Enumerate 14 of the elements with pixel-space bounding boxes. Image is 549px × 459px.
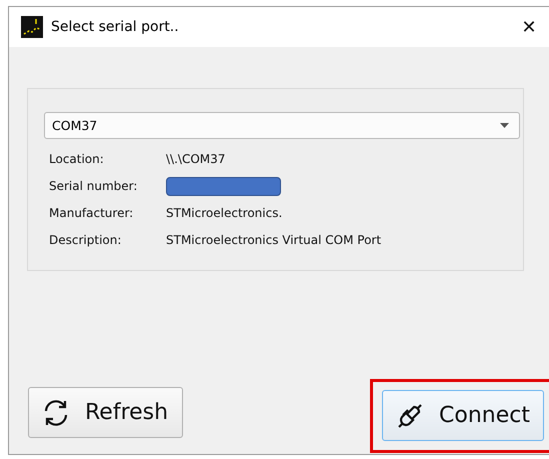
refresh-button[interactable]: Refresh <box>28 387 183 438</box>
window-title: Select serial port.. <box>51 19 179 35</box>
port-dropdown[interactable]: COM37 <box>44 112 520 139</box>
chart-icon <box>21 16 43 38</box>
detail-value: \\.\COM37 <box>166 151 226 168</box>
detail-value: STMicroelectronics. <box>166 205 284 222</box>
connect-button[interactable]: Connect <box>382 390 544 441</box>
detail-value: STMicroelectronics Virtual COM Port <box>166 232 382 249</box>
caret-icon <box>500 123 509 128</box>
detail-label: Manufacturer: <box>49 205 134 222</box>
detail-label: Description: <box>49 232 122 249</box>
detail-label: Location: <box>49 151 105 168</box>
detail-label: Serial number: <box>49 178 138 195</box>
close-button[interactable]: ✕ <box>509 7 549 47</box>
